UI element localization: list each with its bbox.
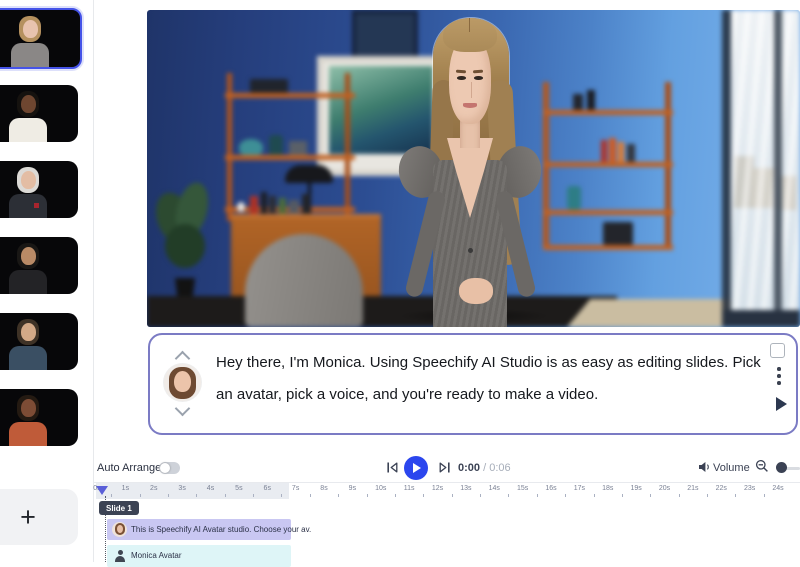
kebab-menu-icon[interactable] — [777, 367, 781, 388]
avatar-figure — [0, 389, 78, 446]
sidebar-divider — [93, 0, 94, 562]
slide-badge[interactable]: Slide 1 — [99, 501, 139, 515]
skip-to-start-icon[interactable] — [386, 461, 399, 474]
older-man-suit-avatar-thumb[interactable] — [0, 161, 78, 218]
ruler-tick-label: 1s — [121, 485, 130, 492]
avatar-clip[interactable]: Monica Avatar — [107, 545, 291, 567]
ruler-tick-minor — [565, 494, 567, 497]
ruler-tick-label: 18s — [602, 485, 614, 492]
ruler-tick-label: 17s — [573, 485, 586, 492]
ruler-tick-label: 2s — [150, 485, 158, 492]
ruler-tick-minor — [536, 494, 538, 497]
auto-arrange-toggle[interactable] — [159, 462, 180, 474]
ruler-tick-minor — [451, 494, 453, 497]
total-duration: 0:06 — [489, 462, 511, 474]
monica-avatar-thumb[interactable] — [0, 8, 82, 69]
avatar-sidebar: + — [0, 0, 93, 562]
ruler-tick-label: 8s — [320, 485, 328, 492]
current-time: 0:00 — [458, 462, 481, 474]
ruler-tick-minor — [281, 494, 283, 497]
speaker-avatar[interactable] — [164, 364, 201, 401]
ruler-tick-minor — [678, 494, 680, 497]
auto-arrange-label: Auto Arrange — [97, 462, 162, 474]
ruler-tick-label: 11s — [403, 485, 415, 492]
black-tee-man-avatar-thumb[interactable] — [0, 237, 78, 294]
ruler-tick-minor — [508, 494, 510, 497]
script-clip[interactable]: This is Speechify AI Avatar studio. Choo… — [107, 519, 311, 540]
ruler-tick-minor — [650, 494, 652, 497]
ruler-tick-label: 10s — [375, 485, 387, 492]
ruler-tick-label: 21s — [687, 485, 699, 492]
ruler-tick-label: 5s — [235, 485, 243, 492]
rust-dress-woman-avatar-thumb[interactable] — [0, 389, 78, 446]
ruler-tick-minor — [224, 494, 226, 497]
ruler-tick-label: 16s — [545, 485, 557, 492]
ruler-tick-minor — [423, 494, 425, 497]
ruler-tick-label: 4s — [206, 485, 215, 492]
script-play-icon[interactable] — [776, 397, 787, 411]
ruler-tick-label: 13s — [460, 485, 472, 492]
ruler-tick-minor — [480, 494, 482, 497]
avatar-figure — [0, 85, 78, 142]
ruler-tick-minor — [253, 494, 255, 497]
person-icon — [115, 550, 125, 562]
ruler-tick-label: 19s — [630, 485, 642, 492]
presenter-avatar-monica — [147, 10, 800, 327]
play-icon — [413, 462, 421, 473]
navy-polo-man-avatar-thumb[interactable] — [0, 313, 78, 370]
ruler-tick-minor — [111, 494, 113, 497]
ruler-tick-minor — [707, 494, 709, 497]
ruler-tick-label: 12s — [431, 485, 444, 492]
chevron-down-icon[interactable] — [174, 400, 191, 417]
ruler-tick-label: 15s — [516, 485, 529, 492]
ruler-tick-minor — [309, 494, 311, 497]
avatar-figure — [0, 237, 78, 294]
ruler-tick-minor — [366, 494, 368, 497]
ruler-tick-label: 20s — [658, 485, 671, 492]
avatar-figure — [0, 161, 78, 218]
ruler-tick-label: 6s — [263, 485, 271, 492]
plus-icon: + — [20, 501, 36, 532]
ruler-tick-label: 3s — [178, 485, 186, 492]
skip-to-end-icon[interactable] — [438, 461, 451, 474]
play-button[interactable] — [404, 456, 428, 480]
ruler-tick-label: 14s — [488, 485, 500, 492]
time-display: 0:00 / 0:06 — [458, 462, 511, 474]
ruler-tick-minor — [621, 494, 623, 497]
timeline-zoom-slider-knob[interactable] — [776, 462, 787, 473]
ruler-tick-minor — [338, 494, 340, 497]
script-panel: Hey there, I'm Monica. Using Speechify A… — [148, 333, 798, 435]
volume-icon[interactable] — [698, 461, 711, 473]
clip-avatar-icon — [112, 522, 127, 537]
video-preview[interactable] — [147, 10, 800, 327]
ruler-tick-minor — [139, 494, 141, 497]
ruler-tick-minor — [763, 494, 765, 497]
ruler-tick-label: 24s — [772, 485, 784, 492]
ruler-tick-minor — [196, 494, 198, 497]
white-shirt-man-avatar-thumb[interactable] — [0, 85, 78, 142]
add-avatar-button[interactable]: + — [0, 489, 78, 545]
ruler-tick-label: 22s — [715, 485, 727, 492]
ruler-tick-minor — [735, 494, 737, 497]
ruler-tick-minor — [167, 494, 169, 497]
timeline-ruler[interactable]: 0s 1s 2s 3s 4s 5s 6s 7s 8s 9s 10s 11s 12s 13s 14s 15s 16… — [93, 485, 800, 499]
zoom-out-icon[interactable] — [755, 459, 769, 473]
avatar-figure — [0, 313, 78, 370]
playhead-handle[interactable] — [96, 486, 108, 495]
avatar-figure — [0, 10, 80, 67]
ruler-tick-minor — [394, 494, 396, 497]
volume-label[interactable]: Volume — [713, 462, 750, 474]
ruler-tick-minor — [593, 494, 595, 497]
ruler-tick-label: 23s — [743, 485, 756, 492]
ruler-tick-label: 7s — [291, 485, 300, 492]
script-text[interactable]: Hey there, I'm Monica. Using Speechify A… — [216, 347, 772, 410]
ruler-tick-label: 9s — [348, 485, 357, 492]
script-checkbox[interactable] — [770, 343, 785, 358]
